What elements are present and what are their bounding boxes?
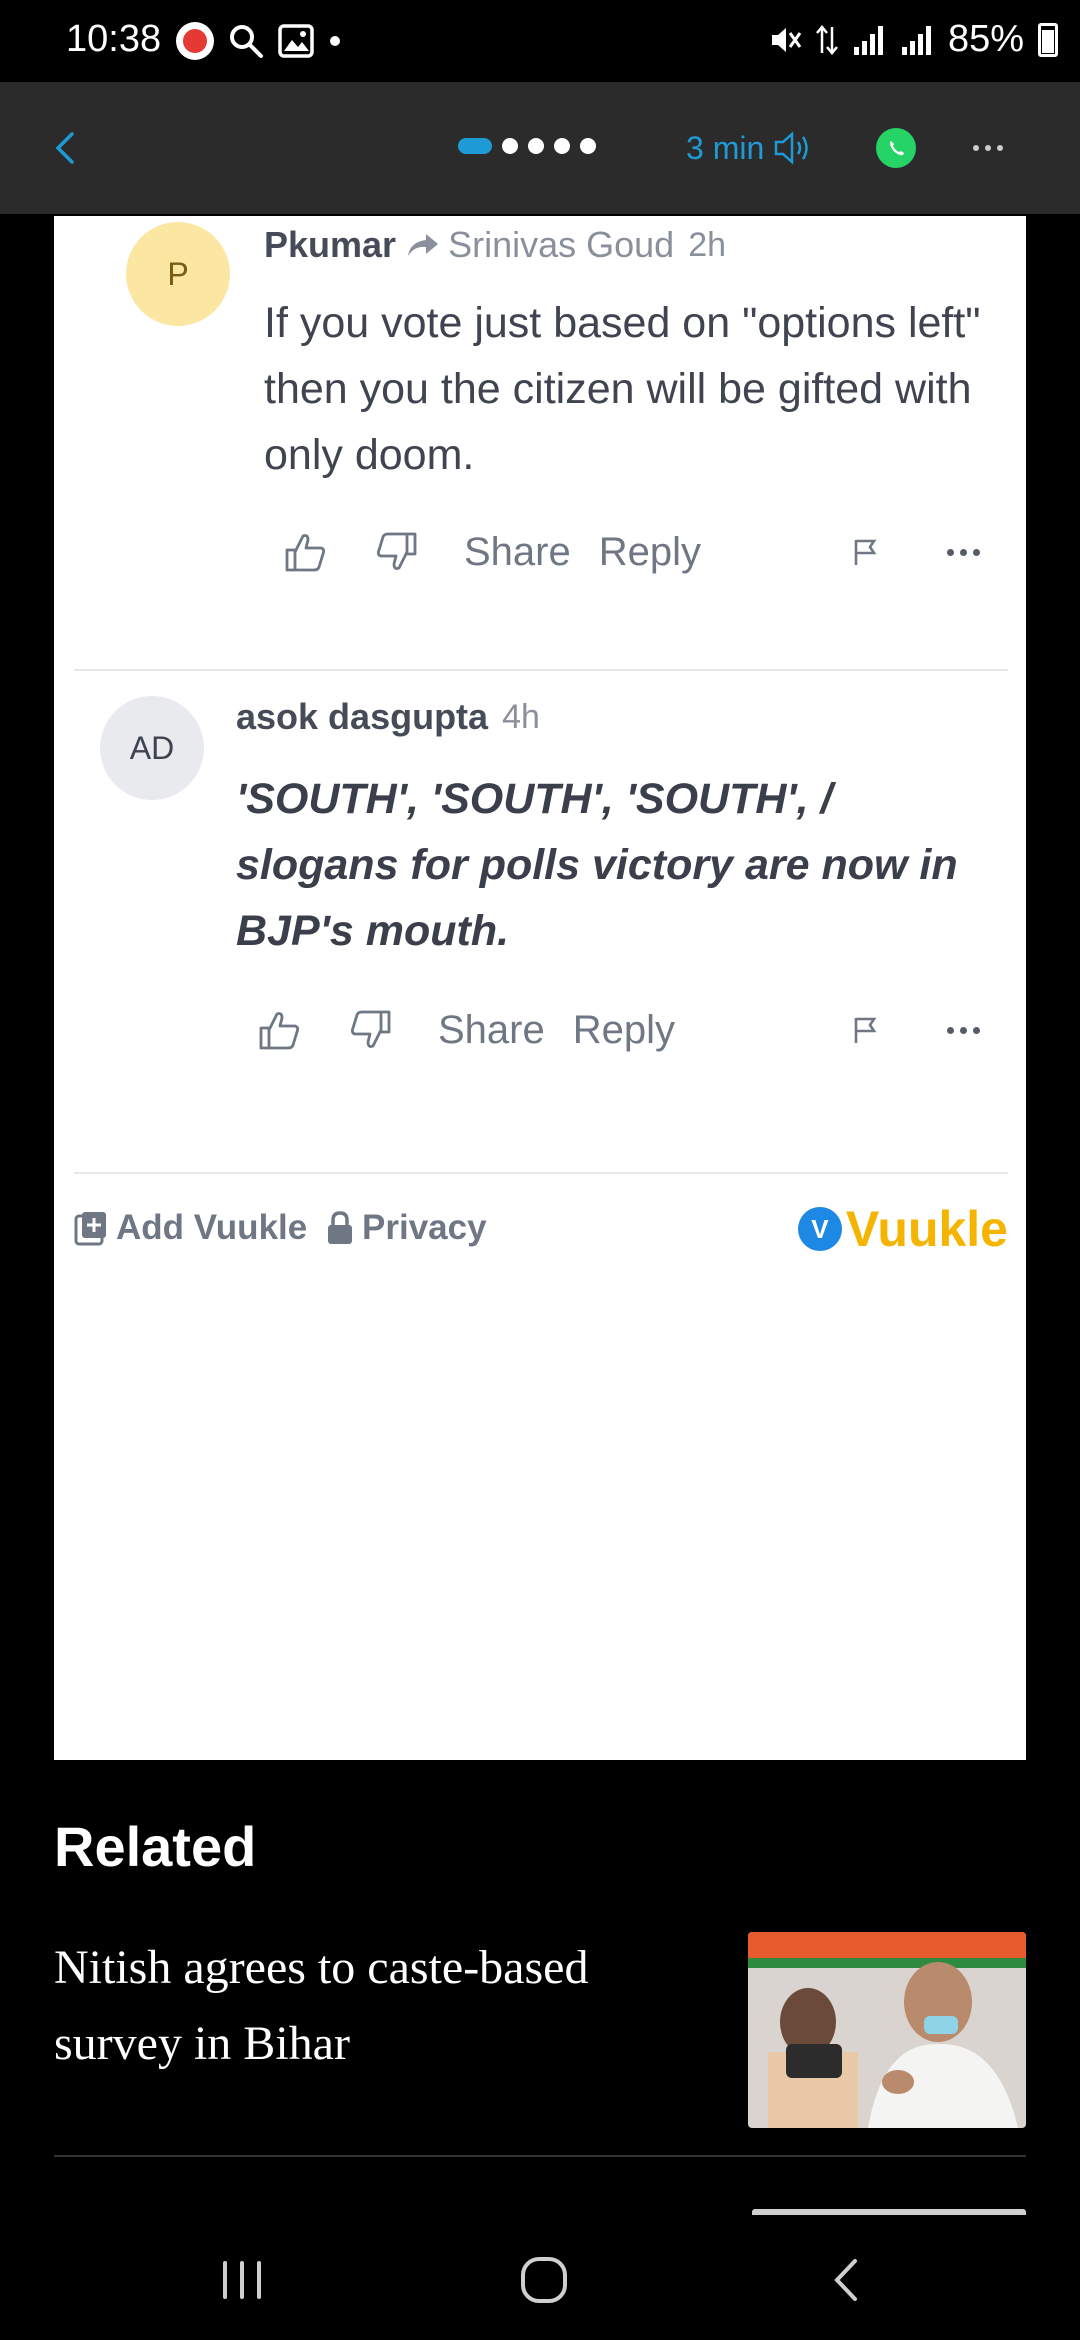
comment-text: 'SOUTH', 'SOUTH', 'SOUTH', / slogans for… <box>236 775 958 955</box>
comment-more-button[interactable] <box>938 530 988 574</box>
system-back-button[interactable] <box>806 2250 886 2310</box>
related-article[interactable]: Nitish agrees to caste-based survey in B… <box>54 1930 1026 2154</box>
app-notification-icon <box>176 22 214 60</box>
downvote-button[interactable] <box>372 527 422 577</box>
thumbs-down-icon <box>350 1010 391 1048</box>
add-box-icon <box>74 1212 106 1246</box>
whatsapp-icon <box>890 141 904 156</box>
battery-icon <box>1038 22 1058 57</box>
reply-button[interactable]: Reply <box>573 1008 675 1053</box>
reply-arrow-icon <box>408 234 439 256</box>
data-arrows-icon <box>815 24 838 55</box>
reply-button[interactable]: Reply <box>599 530 701 575</box>
related-divider <box>54 2155 1026 2157</box>
thumbs-up-icon <box>259 1012 300 1050</box>
status-bar: 10:38 85% <box>0 0 1080 82</box>
page-dot <box>528 138 544 154</box>
comment-more-button[interactable] <box>938 1008 988 1052</box>
system-nav-bar <box>0 2220 1080 2340</box>
system-icons: 85% <box>768 18 1058 61</box>
signal-icon <box>853 25 883 55</box>
downvote-button[interactable] <box>346 1005 396 1055</box>
flag-icon <box>854 1017 877 1043</box>
privacy-label: Privacy <box>362 1208 487 1247</box>
comment: AD asok dasgupta 4h 'SOUTH', 'SOUTH', 'S… <box>54 696 1026 1156</box>
back-button[interactable] <box>40 124 88 172</box>
recents-icon <box>223 2261 261 2299</box>
flag-icon <box>854 539 877 565</box>
page-indicator <box>458 138 596 154</box>
next-related-thumbnail-edge <box>752 2209 1026 2215</box>
vuukle-brand: Vuukle <box>845 1201 1008 1257</box>
related-heading: Related <box>54 1815 257 1878</box>
comment-divider <box>74 1172 1008 1174</box>
comment-divider <box>74 669 1008 671</box>
more-options-button[interactable] <box>964 128 1012 168</box>
add-vuukle-label: Add Vuukle <box>116 1208 308 1247</box>
battery-percent: 85% <box>947 18 1024 60</box>
read-time-label: 3 min <box>686 129 765 166</box>
report-button[interactable] <box>844 1008 888 1052</box>
comment-author[interactable]: asok dasgupta <box>236 696 488 738</box>
home-icon <box>521 2257 567 2303</box>
article-toolbar: 3 min <box>0 82 1080 214</box>
dot-icon <box>330 36 340 46</box>
comments-panel: P Pkumar Srinivas Goud 2h If you vote ju… <box>54 216 1026 1760</box>
report-button[interactable] <box>844 530 888 574</box>
upvote-button[interactable] <box>280 527 330 577</box>
comment: P Pkumar Srinivas Goud 2h If you vote ju… <box>54 216 1026 666</box>
share-button[interactable]: Share <box>464 530 571 575</box>
speaker-icon <box>775 131 808 165</box>
comment-time: 4h <box>502 697 540 736</box>
page-dot <box>580 138 596 154</box>
comment-text: If you vote just based on "options left"… <box>264 299 981 479</box>
privacy-link[interactable]: Privacy <box>326 1208 487 1248</box>
page-dot-active <box>458 138 492 154</box>
signal-icon <box>901 25 931 55</box>
home-button[interactable] <box>504 2250 584 2310</box>
related-thumbnail[interactable] <box>748 1932 1026 2128</box>
avatar: P <box>126 222 230 326</box>
thumbs-down-icon <box>376 532 417 570</box>
upvote-button[interactable] <box>254 1005 304 1055</box>
vuukle-logo[interactable]: V Vuukle <box>797 1200 1008 1258</box>
mute-icon <box>771 27 802 52</box>
whatsapp-share-button[interactable] <box>876 128 916 168</box>
vuukle-footer: Add Vuukle Privacy V Vuukle <box>74 1200 1008 1260</box>
lock-icon <box>328 1211 352 1244</box>
avatar: AD <box>100 696 204 800</box>
notification-icons <box>176 20 342 62</box>
comment-author[interactable]: Pkumar <box>264 224 396 266</box>
recent-apps-button[interactable] <box>202 2250 282 2310</box>
comment-time: 2h <box>688 225 727 264</box>
page-dot <box>502 138 518 154</box>
listen-button[interactable]: 3 min <box>686 128 816 168</box>
status-time: 10:38 <box>66 18 162 60</box>
page-dot <box>554 138 570 154</box>
thumbs-up-icon <box>285 534 326 572</box>
back-icon <box>834 2259 857 2301</box>
reply-to: Srinivas Goud <box>406 224 674 266</box>
add-vuukle-link[interactable]: Add Vuukle <box>74 1208 307 1248</box>
article-photo <box>748 1932 1026 2128</box>
image-icon <box>278 24 314 58</box>
related-headline[interactable]: Nitish agrees to caste-based survey in B… <box>54 1930 694 2082</box>
chevron-left-icon <box>55 132 74 164</box>
reply-to-name[interactable]: Srinivas Goud <box>448 224 674 266</box>
search-icon <box>230 25 263 58</box>
share-button[interactable]: Share <box>438 1008 545 1053</box>
vuukle-badge-icon: V <box>797 1207 848 1251</box>
